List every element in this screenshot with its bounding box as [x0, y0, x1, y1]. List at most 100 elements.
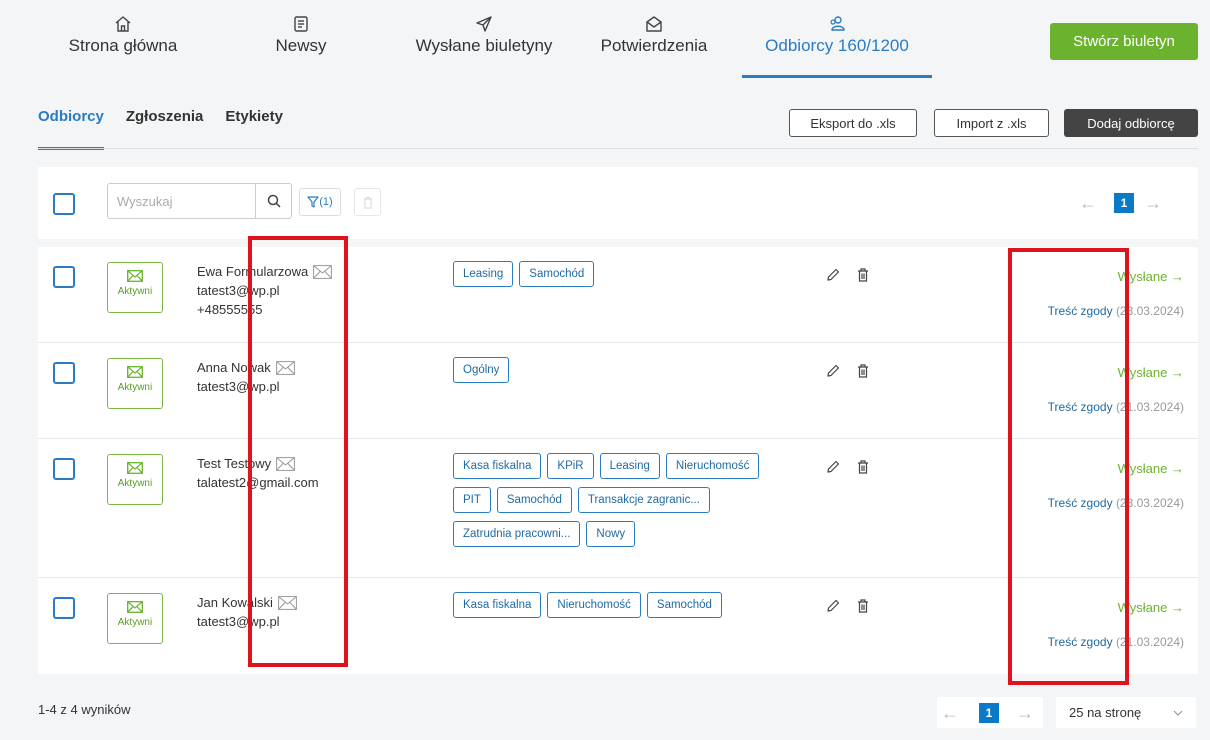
delete-button[interactable]: [852, 265, 874, 285]
nav-item-news[interactable]: Newsy: [275, 0, 327, 78]
select-all-checkbox[interactable]: [53, 193, 75, 215]
consent-info: Treść zgody (28.03.2024): [1048, 496, 1184, 510]
prev-page-arrow[interactable]: ←: [1078, 193, 1098, 213]
edit-button[interactable]: [822, 361, 844, 381]
row-checkbox[interactable]: [53, 458, 75, 480]
row-checkbox[interactable]: [53, 266, 75, 288]
consent-info: Treść zgody (28.03.2024): [1048, 304, 1184, 318]
pencil-icon: [827, 364, 840, 377]
recipients-list: Aktywni Ewa Formularzowa tatest3@wp.pl +…: [38, 247, 1198, 674]
nav-item-confirmations[interactable]: Potwierdzenia: [598, 0, 710, 78]
prev-page-arrow[interactable]: ←: [940, 703, 960, 723]
tag[interactable]: Leasing: [453, 261, 514, 287]
bulk-delete-button[interactable]: [354, 188, 381, 216]
tag[interactable]: Leasing: [599, 453, 660, 479]
nav-label: Newsy: [275, 36, 327, 55]
delete-button[interactable]: [852, 457, 874, 477]
nav-item-home[interactable]: Strona główna: [66, 0, 180, 78]
sent-link[interactable]: Wysłane →: [1118, 461, 1184, 476]
nav-label: Strona główna: [68, 36, 178, 55]
consent-link[interactable]: Treść zgody: [1048, 400, 1113, 414]
tag[interactable]: Zatrudnia pracowni...: [453, 521, 581, 547]
tag[interactable]: KPiR: [547, 453, 594, 479]
tag-list: Leasing Samochód: [453, 261, 783, 295]
contact-info: Anna Nowak tatest3@wp.pl: [197, 358, 295, 396]
delete-button[interactable]: [852, 361, 874, 381]
sent-link[interactable]: Wysłane →: [1118, 600, 1184, 615]
mail-icon[interactable]: [275, 360, 295, 375]
status-label: Aktywni: [117, 617, 153, 628]
subtabs: Odbiorcy Zgłoszenia Etykiety: [38, 108, 305, 150]
status-badge: Aktywni: [107, 593, 163, 644]
contact-name: Test Testowy: [197, 456, 272, 471]
delete-button[interactable]: [852, 596, 874, 616]
sent-link[interactable]: Wysłane →: [1118, 269, 1184, 284]
sent-link[interactable]: Wysłane →: [1118, 365, 1184, 380]
row-checkbox[interactable]: [53, 597, 75, 619]
mail-icon[interactable]: [277, 595, 297, 610]
envelope-icon: [127, 270, 143, 282]
tab-submissions[interactable]: Zgłoszenia: [126, 108, 204, 150]
search-button[interactable]: [255, 183, 292, 219]
tag[interactable]: Kasa fiskalna: [453, 453, 542, 479]
current-page[interactable]: 1: [979, 703, 999, 723]
per-page-select[interactable]: 25 na stronę: [1056, 697, 1196, 728]
nav-item-recipients[interactable]: Odbiorcy 160/1200: [742, 0, 932, 78]
mail-icon[interactable]: [276, 456, 296, 471]
next-page-arrow[interactable]: →: [1015, 703, 1035, 723]
home-icon: [115, 16, 131, 32]
nav-item-sent-newsletters[interactable]: Wysłane biuletyny: [406, 0, 562, 78]
tag[interactable]: Samochód: [646, 592, 722, 618]
envelope-icon: [127, 366, 143, 378]
send-icon: [476, 16, 492, 32]
tag[interactable]: PIT: [453, 487, 491, 513]
consent-link[interactable]: Treść zgody: [1048, 496, 1113, 510]
tab-labels[interactable]: Etykiety: [225, 108, 283, 150]
edit-button[interactable]: [822, 265, 844, 285]
status-label: Aktywni: [117, 286, 153, 297]
add-recipient-button[interactable]: Dodaj odbiorcę: [1064, 109, 1198, 137]
edit-button[interactable]: [822, 596, 844, 616]
contact-name: Anna Nowak: [197, 360, 271, 375]
contact-info: Jan Kowalski tatest3@wp.pl: [197, 593, 297, 631]
divider: [38, 148, 1198, 149]
tag[interactable]: Nowy: [586, 521, 636, 547]
tag[interactable]: Nieruchomość: [547, 592, 641, 618]
tag[interactable]: Samochód: [519, 261, 595, 287]
contact-email: tatest3@wp.pl: [197, 283, 280, 298]
row-checkbox[interactable]: [53, 362, 75, 384]
trash-icon: [858, 364, 868, 378]
trash-icon: [858, 599, 868, 613]
tag[interactable]: Transakcje zagranic...: [577, 487, 710, 513]
import-xls-button[interactable]: Import z .xls: [934, 109, 1049, 137]
consent-link[interactable]: Treść zgody: [1048, 304, 1113, 318]
consent-info: Treść zgody (21.03.2024): [1048, 635, 1184, 649]
tag[interactable]: Ogólny: [453, 357, 510, 383]
export-xls-button[interactable]: Eksport do .xls: [789, 109, 917, 137]
list-toolbar: (1) ← 1 →: [38, 167, 1198, 239]
tab-recipients[interactable]: Odbiorcy: [38, 108, 104, 150]
tag[interactable]: Samochód: [496, 487, 572, 513]
create-newsletter-button[interactable]: Stwórz biuletyn: [1050, 23, 1198, 60]
contact-email: tatest3@wp.pl: [197, 614, 280, 629]
next-page-arrow[interactable]: →: [1143, 193, 1163, 213]
trash-icon: [858, 460, 868, 474]
edit-button[interactable]: [822, 457, 844, 477]
current-page[interactable]: 1: [1114, 193, 1134, 213]
consent-info: Treść zgody (21.03.2024): [1048, 400, 1184, 414]
contact-email: tatest3@wp.pl: [197, 379, 280, 394]
row-actions: [822, 596, 882, 616]
consent-date: (21.03.2024): [1115, 635, 1184, 649]
row-actions: [822, 457, 882, 477]
status-badge: Aktywni: [107, 454, 163, 505]
consent-link[interactable]: Treść zgody: [1048, 635, 1113, 649]
mail-icon[interactable]: [313, 264, 333, 279]
row-actions: [822, 361, 882, 381]
filter-button[interactable]: (1): [299, 188, 341, 216]
contact-info: Test Testowy talatest2@gmail.com: [197, 454, 319, 492]
tag[interactable]: Kasa fiskalna: [453, 592, 542, 618]
bottom-pagination: ← 1 →: [937, 697, 1043, 728]
tag[interactable]: Nieruchomość: [665, 453, 760, 479]
search-input[interactable]: [107, 183, 255, 219]
table-row: Aktywni Ewa Formularzowa tatest3@wp.pl +…: [38, 247, 1198, 343]
